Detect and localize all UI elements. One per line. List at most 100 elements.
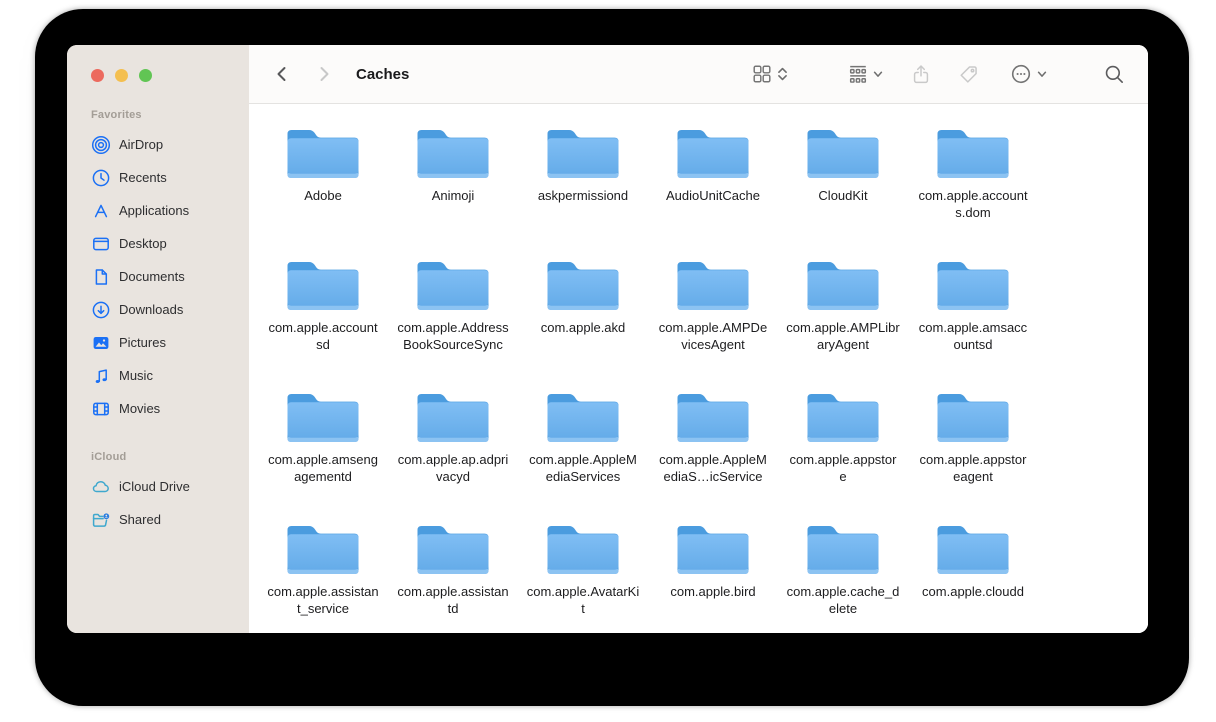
folder-item[interactable]: com.apple.AvatarKit bbox=[518, 521, 648, 633]
sidebar-item-label: Downloads bbox=[119, 302, 183, 317]
folder-label: CloudKit bbox=[818, 187, 867, 204]
tag-button[interactable] bbox=[957, 63, 980, 86]
sidebar-item-documents[interactable]: Documents bbox=[67, 260, 249, 293]
folder-label: com.apple.cache_delete bbox=[786, 583, 900, 617]
icloud-drive-icon bbox=[91, 477, 111, 497]
chevron-down-icon bbox=[1036, 68, 1048, 80]
folder-item[interactable]: com.apple.accounts.dom bbox=[908, 125, 1038, 257]
folder-item[interactable]: Animoji bbox=[388, 125, 518, 257]
folder-icon bbox=[286, 389, 360, 446]
folder-icon bbox=[936, 389, 1010, 446]
group-by-button[interactable] bbox=[847, 63, 884, 85]
folder-item[interactable]: com.apple.ap.adprivacyd bbox=[388, 389, 518, 521]
folder-icon bbox=[676, 125, 750, 182]
document-icon bbox=[91, 267, 111, 287]
sidebar-item-icloud-drive[interactable]: iCloud Drive bbox=[67, 470, 249, 503]
folder-icon bbox=[936, 257, 1010, 314]
desktop-icon bbox=[91, 234, 111, 254]
folder-item[interactable]: CloudKit bbox=[778, 125, 908, 257]
toolbar: Caches bbox=[249, 45, 1148, 104]
folder-item[interactable]: com.apple.akd bbox=[518, 257, 648, 389]
search-icon bbox=[1103, 63, 1126, 86]
sidebar-section-title: Favorites bbox=[67, 109, 249, 121]
sidebar-item-airdrop[interactable]: AirDrop bbox=[67, 128, 249, 161]
chevron-down-icon bbox=[872, 68, 884, 80]
applications-icon bbox=[91, 201, 111, 221]
sidebar-item-label: Pictures bbox=[119, 335, 166, 350]
airdrop-icon bbox=[91, 135, 111, 155]
folder-item[interactable]: AudioUnitCache bbox=[648, 125, 778, 257]
search-button[interactable] bbox=[1103, 63, 1126, 86]
folder-item[interactable]: com.apple.assistant_service bbox=[258, 521, 388, 633]
folder-icon bbox=[416, 257, 490, 314]
folder-item[interactable]: com.apple.cloudd bbox=[908, 521, 1038, 633]
sidebar-item-recents[interactable]: Recents bbox=[67, 161, 249, 194]
folder-label: com.apple.AMPLibraryAgent bbox=[786, 319, 900, 353]
sidebar-item-downloads[interactable]: Downloads bbox=[67, 293, 249, 326]
sidebar-item-pictures[interactable]: Pictures bbox=[67, 326, 249, 359]
folder-label: com.apple.accountsd bbox=[266, 319, 380, 353]
folder-grid: Adobe Animoji bbox=[258, 125, 1148, 633]
folder-label: com.apple.cloudd bbox=[922, 583, 1024, 600]
zoom-button[interactable] bbox=[139, 69, 152, 82]
shared-folder-icon bbox=[91, 510, 111, 530]
downloads-icon bbox=[91, 300, 111, 320]
folder-item[interactable]: com.apple.bird bbox=[648, 521, 778, 633]
folder-icon bbox=[806, 125, 880, 182]
folder-label: com.apple.AddressBookSourceSync bbox=[396, 319, 510, 353]
folder-icon bbox=[416, 389, 490, 446]
folder-icon bbox=[546, 389, 620, 446]
chevron-forward-icon bbox=[316, 64, 332, 84]
share-button[interactable] bbox=[910, 63, 932, 86]
folder-item[interactable]: com.apple.AppleMediaS…icService bbox=[648, 389, 778, 521]
folder-item[interactable]: askpermissiond bbox=[518, 125, 648, 257]
folder-label: com.apple.appstore bbox=[786, 451, 900, 485]
folder-icon bbox=[546, 521, 620, 578]
folder-item[interactable]: com.apple.AppleMediaServices bbox=[518, 389, 648, 521]
folder-icon bbox=[936, 521, 1010, 578]
sidebar-item-shared[interactable]: Shared bbox=[67, 503, 249, 536]
sidebar-item-movies[interactable]: Movies bbox=[67, 392, 249, 425]
folder-label: askpermissiond bbox=[538, 187, 628, 204]
folder-icon bbox=[936, 125, 1010, 182]
folder-item[interactable]: com.apple.AMPDevicesAgent bbox=[648, 257, 778, 389]
sort-chevrons-icon bbox=[776, 65, 789, 83]
folder-item[interactable]: com.apple.appstoreagent bbox=[908, 389, 1038, 521]
finder-window: Favorites AirDrop Recents Applications D… bbox=[67, 45, 1148, 633]
folder-item[interactable]: com.apple.amsaccountsd bbox=[908, 257, 1038, 389]
sidebar-item-music[interactable]: Music bbox=[67, 359, 249, 392]
sidebar-item-desktop[interactable]: Desktop bbox=[67, 227, 249, 260]
more-circle-icon bbox=[1009, 62, 1033, 86]
sidebar-item-label: Shared bbox=[119, 512, 161, 527]
sidebar-item-applications[interactable]: Applications bbox=[67, 194, 249, 227]
clock-icon bbox=[91, 168, 111, 188]
sidebar-item-label: Music bbox=[119, 368, 153, 383]
forward-button[interactable] bbox=[315, 62, 333, 86]
group-view-icon bbox=[847, 63, 869, 85]
folder-icon bbox=[416, 125, 490, 182]
folder-label: com.apple.appstoreagent bbox=[916, 451, 1030, 485]
movies-icon bbox=[91, 399, 111, 419]
more-actions-button[interactable] bbox=[1009, 62, 1048, 86]
folder-icon bbox=[676, 389, 750, 446]
sidebar-item-label: Desktop bbox=[119, 236, 167, 251]
toolbar-controls bbox=[751, 62, 1126, 86]
folder-item[interactable]: Adobe bbox=[258, 125, 388, 257]
folder-item[interactable]: com.apple.appstore bbox=[778, 389, 908, 521]
view-switcher-button[interactable] bbox=[751, 63, 789, 85]
folder-item[interactable]: com.apple.assistantd bbox=[388, 521, 518, 633]
main-pane: Caches bbox=[249, 45, 1148, 633]
folder-item[interactable]: com.apple.accountsd bbox=[258, 257, 388, 389]
close-button[interactable] bbox=[91, 69, 104, 82]
folder-label: Adobe bbox=[304, 187, 342, 204]
sidebar-section: Favorites AirDrop Recents Applications D… bbox=[67, 109, 249, 425]
back-button[interactable] bbox=[273, 62, 291, 86]
chevron-back-icon bbox=[274, 64, 290, 84]
folder-item[interactable]: com.apple.AMPLibraryAgent bbox=[778, 257, 908, 389]
folder-icon bbox=[806, 521, 880, 578]
folder-item[interactable]: com.apple.cache_delete bbox=[778, 521, 908, 633]
sidebar: Favorites AirDrop Recents Applications D… bbox=[67, 45, 249, 633]
folder-item[interactable]: com.apple.AddressBookSourceSync bbox=[388, 257, 518, 389]
folder-item[interactable]: com.apple.amsengagementd bbox=[258, 389, 388, 521]
minimize-button[interactable] bbox=[115, 69, 128, 82]
